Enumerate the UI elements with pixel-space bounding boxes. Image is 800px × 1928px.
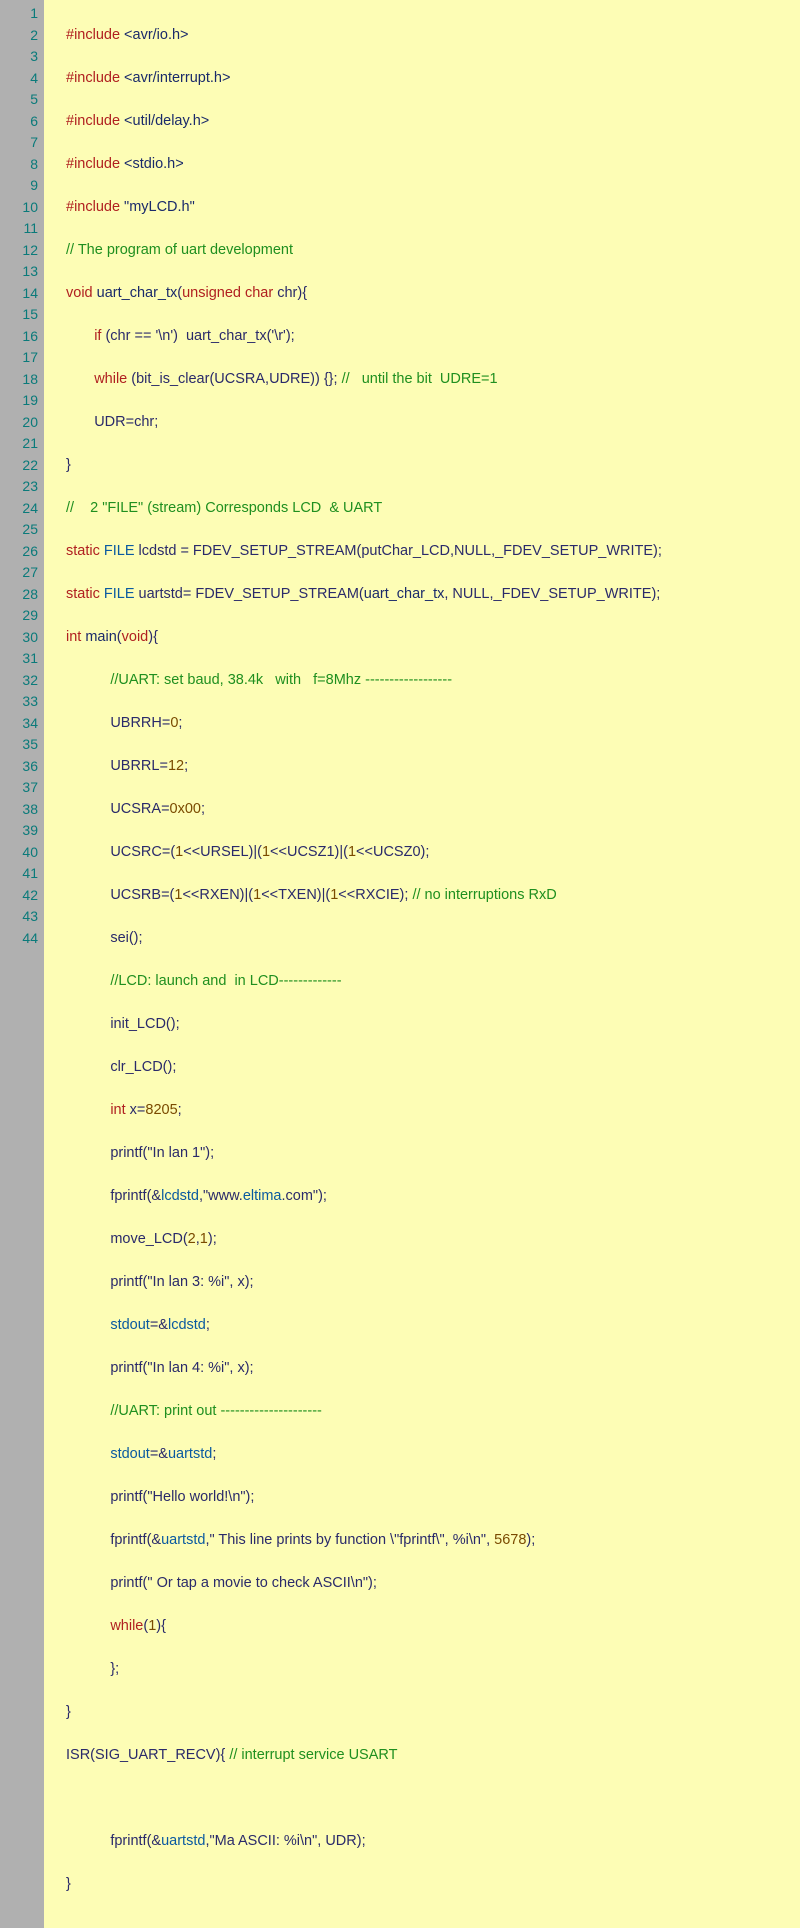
- line-number: 25: [14, 519, 38, 541]
- code-line: stdout=&uartstd;: [66, 1444, 790, 1466]
- line-number: 2: [14, 25, 38, 47]
- code-area: #include <avr/io.h> #include <avr/interr…: [44, 0, 800, 1928]
- code-line: UCSRA=0x00;: [66, 799, 790, 821]
- line-number: 35: [14, 734, 38, 756]
- line-number: 4: [14, 68, 38, 90]
- line-number: 14: [14, 283, 38, 305]
- line-number: 6: [14, 111, 38, 133]
- line-number: 37: [14, 777, 38, 799]
- line-number: 16: [14, 326, 38, 348]
- code-line: printf("In lan 1");: [66, 1143, 790, 1165]
- code-line: }: [66, 1702, 790, 1724]
- code-line: while (bit_is_clear(UCSRA,UDRE)) {}; // …: [66, 369, 790, 391]
- code-line: clr_LCD();: [66, 1057, 790, 1079]
- line-number: 30: [14, 627, 38, 649]
- line-number: 17: [14, 347, 38, 369]
- code-line: sei();: [66, 928, 790, 950]
- line-number: 15: [14, 304, 38, 326]
- line-number: 41: [14, 863, 38, 885]
- line-number: 20: [14, 412, 38, 434]
- code-line: #include <util/delay.h>: [66, 111, 790, 133]
- line-number: 10: [14, 197, 38, 219]
- code-line: void uart_char_tx(unsigned char chr){: [66, 283, 790, 305]
- code-line: //LCD: launch and in LCD-------------: [66, 971, 790, 993]
- line-number: 39: [14, 820, 38, 842]
- line-number: 31: [14, 648, 38, 670]
- line-number: 8: [14, 154, 38, 176]
- code-line: UBRRH=0;: [66, 713, 790, 735]
- code-line: UCSRC=(1<<URSEL)|(1<<UCSZ1)|(1<<UCSZ0);: [66, 842, 790, 864]
- line-number: 12: [14, 240, 38, 262]
- code-editor: 1234567891011121314151617181920212223242…: [0, 0, 800, 1928]
- line-number: 29: [14, 605, 38, 627]
- code-line: int x=8205;: [66, 1100, 790, 1122]
- code-line: fprintf(&lcdstd,"www.eltima.com");: [66, 1186, 790, 1208]
- code-line: printf("In lan 3: %i", x);: [66, 1272, 790, 1294]
- code-line: }: [66, 1874, 790, 1896]
- line-number: 40: [14, 842, 38, 864]
- line-number: 43: [14, 906, 38, 928]
- code-line: if (chr == '\n') uart_char_tx('\r');: [66, 326, 790, 348]
- line-number: 38: [14, 799, 38, 821]
- code-line: ISR(SIG_UART_RECV){ // interrupt service…: [66, 1745, 790, 1767]
- line-number: 32: [14, 670, 38, 692]
- code-line: while(1){: [66, 1616, 790, 1638]
- line-number: 9: [14, 175, 38, 197]
- line-number: 23: [14, 476, 38, 498]
- line-number: 44: [14, 928, 38, 950]
- line-number: 28: [14, 584, 38, 606]
- code-line: fprintf(&uartstd,"Ma ASCII: %i\n", UDR);: [66, 1831, 790, 1853]
- code-line: // 2 "FILE" (stream) Corresponds LCD & U…: [66, 498, 790, 520]
- code-line: #include <avr/io.h>: [66, 25, 790, 47]
- code-line: #include <stdio.h>: [66, 154, 790, 176]
- code-line: }: [66, 455, 790, 477]
- line-number: 22: [14, 455, 38, 477]
- line-number-gutter: 1234567891011121314151617181920212223242…: [0, 0, 44, 1928]
- code-line: //UART: set baud, 38.4k with f=8Mhz ----…: [66, 670, 790, 692]
- line-number: 5: [14, 89, 38, 111]
- line-number: 18: [14, 369, 38, 391]
- code-line: UBRRL=12;: [66, 756, 790, 778]
- line-number: 7: [14, 132, 38, 154]
- code-line: #include <avr/interrupt.h>: [66, 68, 790, 90]
- code-line: stdout=&lcdstd;: [66, 1315, 790, 1337]
- line-number: 33: [14, 691, 38, 713]
- line-number: 34: [14, 713, 38, 735]
- code-line: printf(" Or tap a movie to check ASCII\n…: [66, 1573, 790, 1595]
- code-line: UCSRB=(1<<RXEN)|(1<<TXEN)|(1<<RXCIE); //…: [66, 885, 790, 907]
- line-number: 1: [14, 3, 38, 25]
- code-line: int main(void){: [66, 627, 790, 649]
- code-line: printf("Hello world!\n");: [66, 1487, 790, 1509]
- code-line: };: [66, 1659, 790, 1681]
- code-line: //UART: print out ---------------------: [66, 1401, 790, 1423]
- line-number: 36: [14, 756, 38, 778]
- line-number: 27: [14, 562, 38, 584]
- code-line: static FILE uartstd= FDEV_SETUP_STREAM(u…: [66, 584, 790, 606]
- line-number: 19: [14, 390, 38, 412]
- code-line: UDR=chr;: [66, 412, 790, 434]
- line-number: 11: [14, 218, 38, 240]
- code-line: static FILE lcdstd = FDEV_SETUP_STREAM(p…: [66, 541, 790, 563]
- code-line: printf("In lan 4: %i", x);: [66, 1358, 790, 1380]
- code-line: init_LCD();: [66, 1014, 790, 1036]
- line-number: 3: [14, 46, 38, 68]
- line-number: 21: [14, 433, 38, 455]
- code-line: [66, 1788, 790, 1810]
- line-number: 24: [14, 498, 38, 520]
- line-number: 26: [14, 541, 38, 563]
- code-line: // The program of uart development: [66, 240, 790, 262]
- line-number: 42: [14, 885, 38, 907]
- code-line: #include "myLCD.h": [66, 197, 790, 219]
- code-line: move_LCD(2,1);: [66, 1229, 790, 1251]
- line-number: 13: [14, 261, 38, 283]
- code-line: fprintf(&uartstd," This line prints by f…: [66, 1530, 790, 1552]
